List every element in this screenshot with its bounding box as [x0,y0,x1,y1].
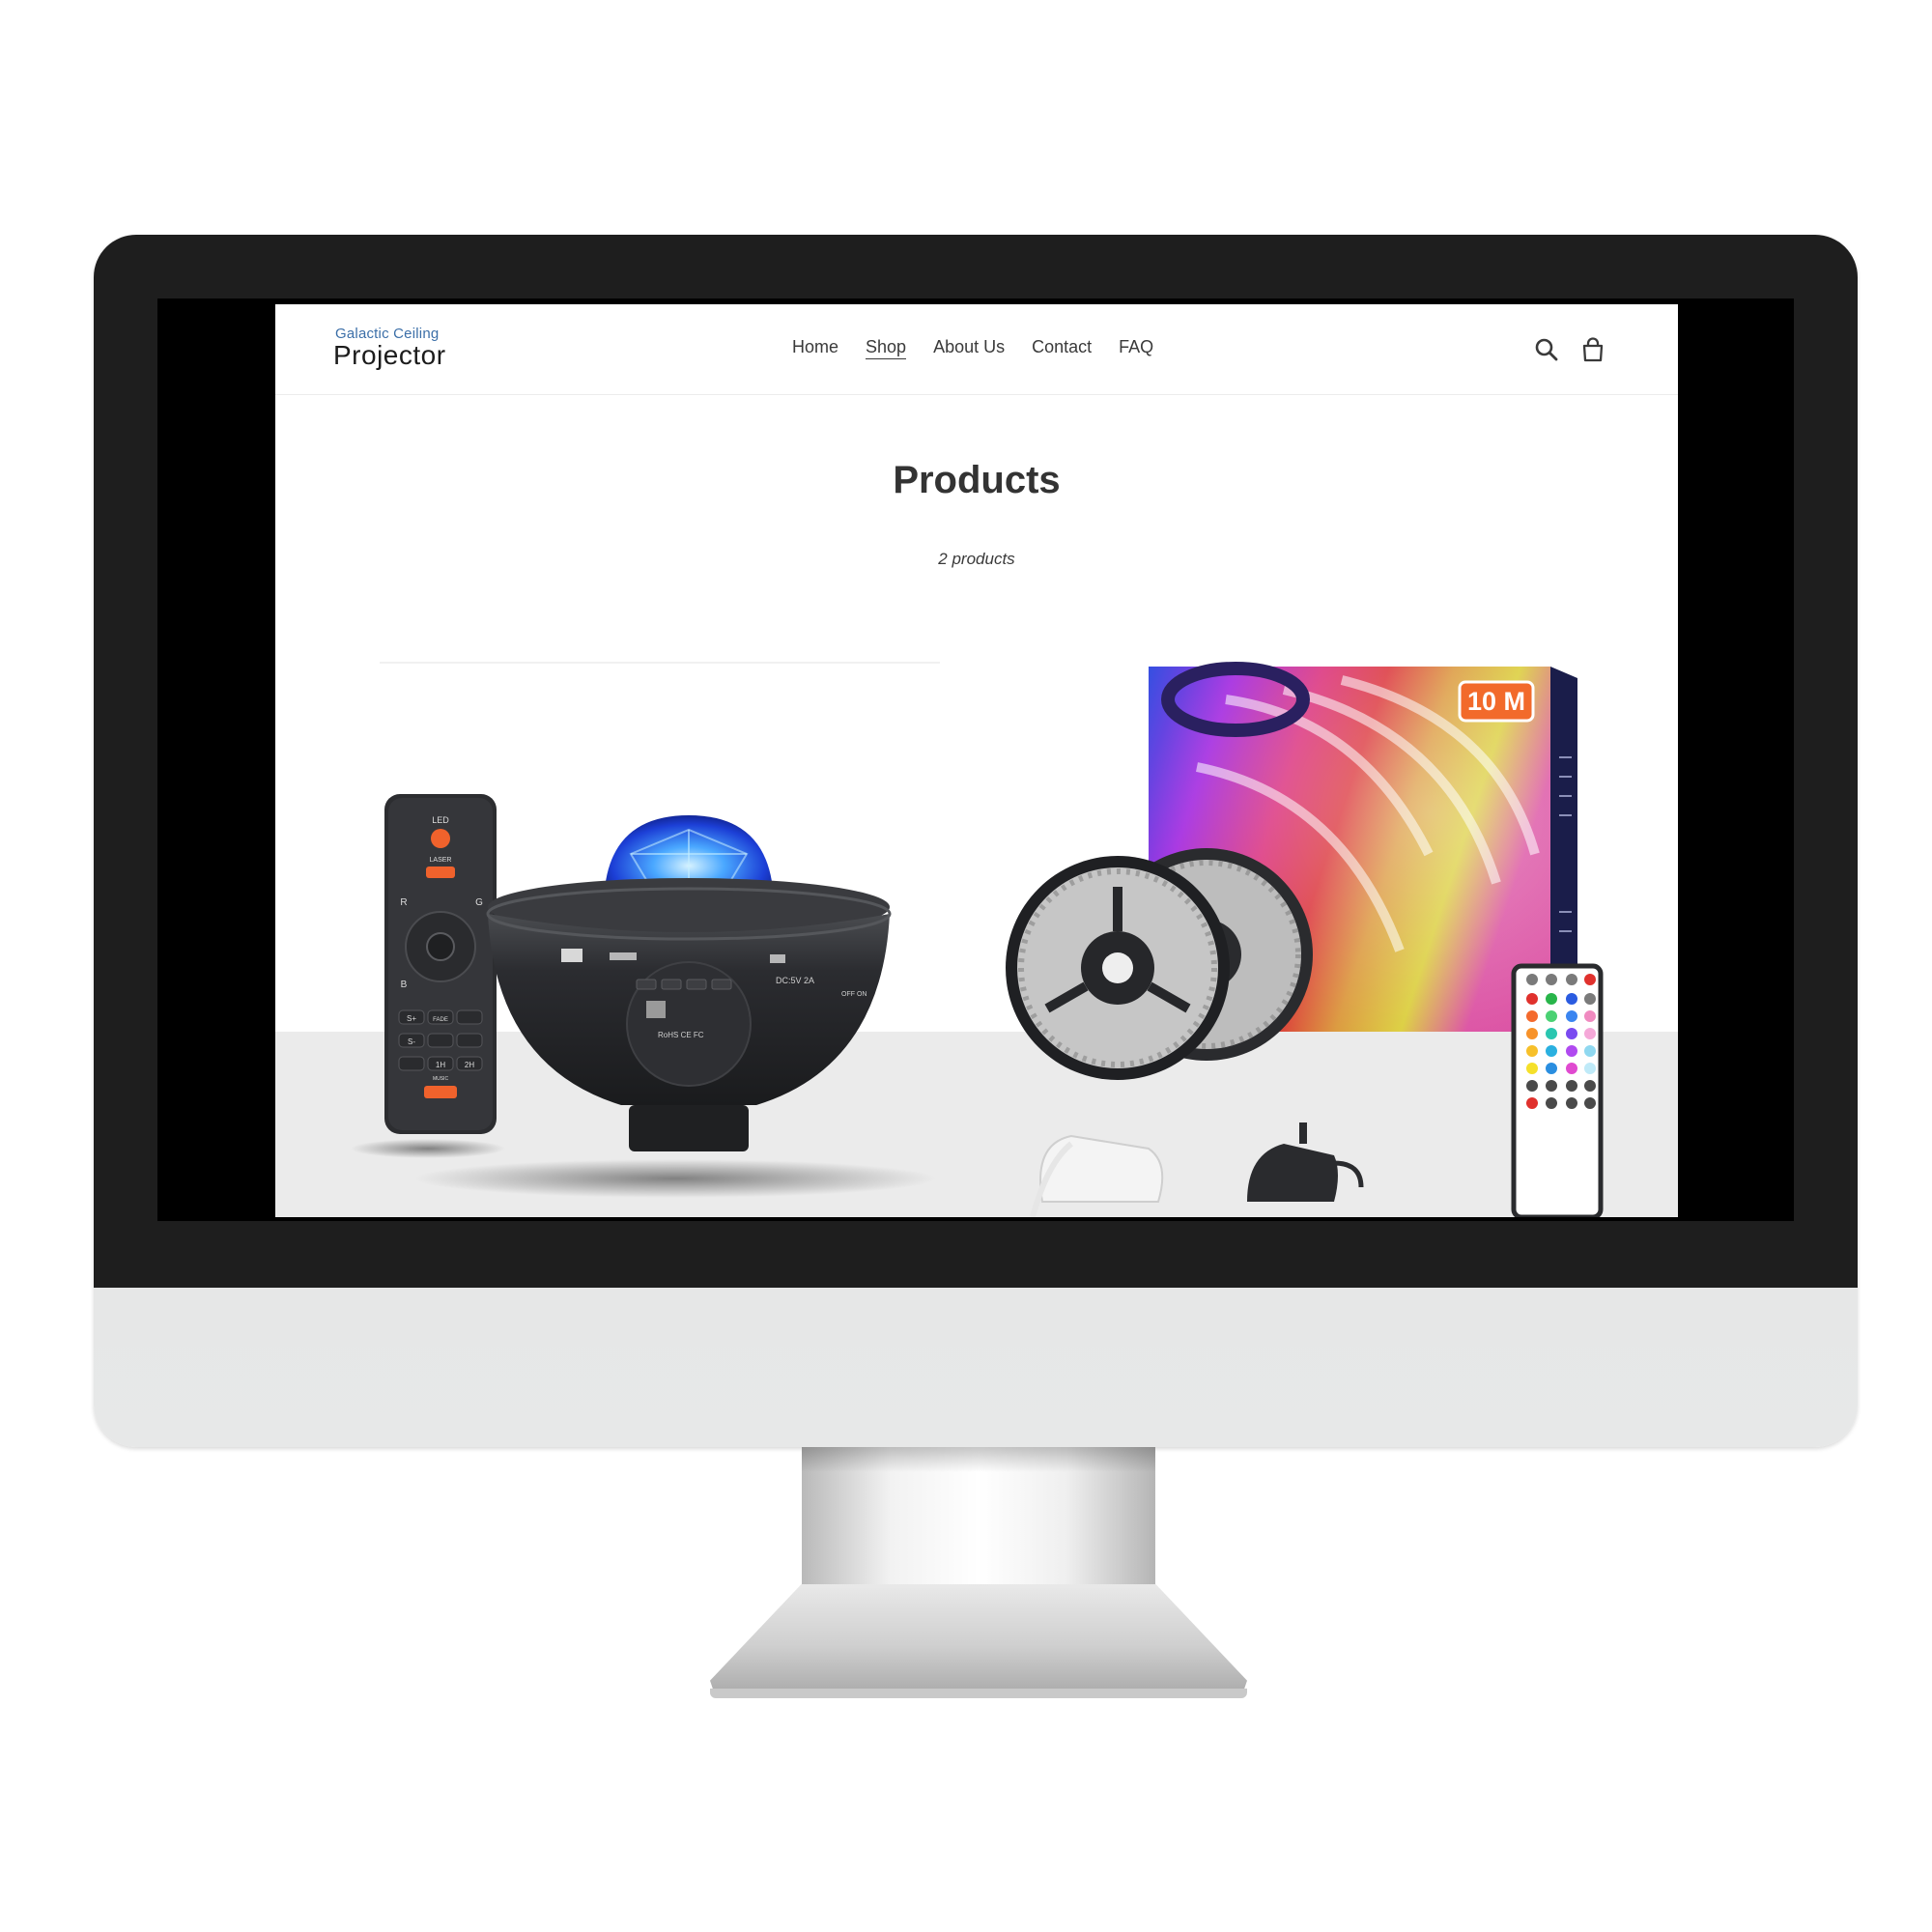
led-strip-image: 10 M [994,662,1605,1217]
cart-icon[interactable] [1580,337,1605,362]
monitor-stand-base [710,1584,1247,1696]
site-header: Galactic Ceiling Projector Home Shop Abo… [275,304,1678,395]
svg-text:LASER: LASER [430,857,452,864]
length-badge: 10 M [1467,687,1525,716]
stand-base-edge [710,1689,1247,1698]
main-nav: Home Shop About Us Contact FAQ [792,337,1153,359]
nav-shop[interactable]: Shop [866,337,907,359]
svg-text:OFF ON: OFF ON [841,991,867,998]
search-icon[interactable] [1534,337,1559,362]
svg-text:MUSIC: MUSIC [433,1076,449,1082]
svg-text:LED: LED [432,815,449,825]
store-page: Galactic Ceiling Projector Home Shop Abo… [275,304,1678,1217]
svg-text:S+: S+ [407,1014,416,1023]
svg-text:G: G [475,897,483,908]
svg-text:2H: 2H [465,1061,474,1069]
nav-home[interactable]: Home [792,337,838,359]
stand-shadow [802,1447,1155,1472]
monitor-bezel: Galactic Ceiling Projector Home Shop Abo… [94,235,1858,1288]
svg-text:DC:5V 2A: DC:5V 2A [776,976,814,985]
nav-faq[interactable]: FAQ [1119,337,1153,359]
monitor-screen: Galactic Ceiling Projector Home Shop Abo… [157,298,1794,1221]
monitor: Galactic Ceiling Projector Home Shop Abo… [94,235,1858,1447]
collection-title: Products [893,459,1061,501]
product-card-galaxy-projector[interactable]: LED LASER R G B S+ S- 1H 2H FADE MUSIC D… [351,661,959,1217]
nav-about-us[interactable]: About Us [933,337,1005,359]
nav-contact[interactable]: Contact [1032,337,1092,359]
svg-text:S-: S- [408,1037,415,1046]
svg-text:RoHS CE FC: RoHS CE FC [658,1031,704,1039]
svg-text:FADE: FADE [433,1017,448,1023]
store-logo[interactable]: Galactic Ceiling Projector [333,326,459,374]
product-count: 2 products [938,550,1015,568]
logo-wordmark: Projector [333,340,446,370]
galaxy-projector-image: LED LASER R G B S+ S- 1H 2H FADE MUSIC D… [351,662,959,1217]
svg-text:B: B [401,980,408,990]
svg-text:R: R [400,897,407,908]
product-card-led-strip[interactable]: 10 M [994,661,1605,1217]
svg-text:1H: 1H [436,1061,445,1069]
